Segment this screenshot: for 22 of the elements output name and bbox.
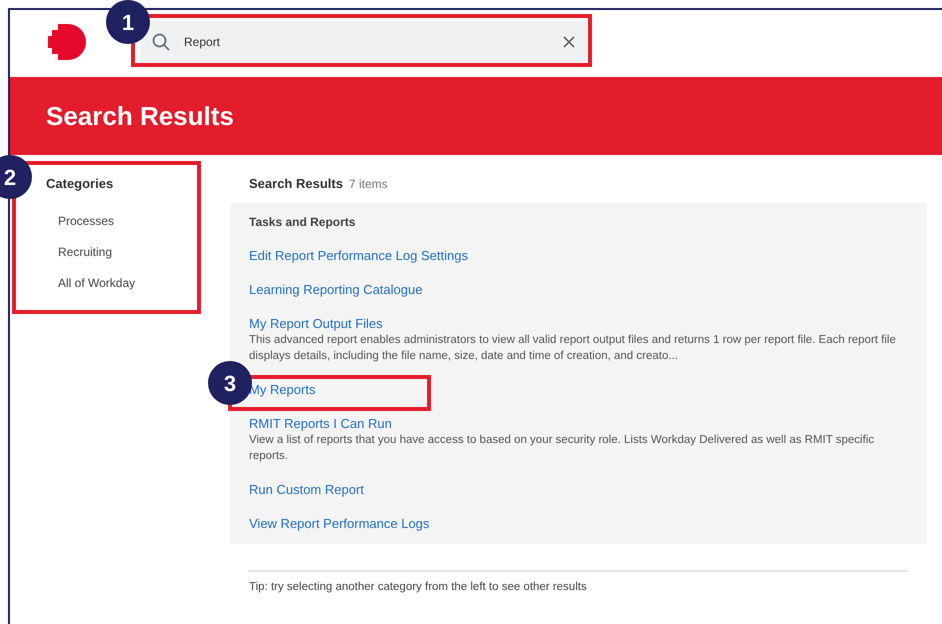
callout-badge: 2: [0, 155, 32, 199]
result-link[interactable]: RMIT Reports I Can Run: [249, 414, 392, 432]
category-link[interactable]: Recruiting: [58, 242, 230, 260]
categories-heading: Categories: [46, 175, 114, 193]
page-title: Search Results: [46, 100, 234, 132]
results-count: 7 items: [348, 176, 388, 193]
result-link[interactable]: Learning Reporting Catalogue: [249, 280, 422, 298]
result-description: This advanced report enables administrators to view all valid report output files and returns 1 row per report file. Each report file displays details, including the file name, size, date and time of creation, and creato...: [249, 332, 897, 364]
category-link[interactable]: Processes: [58, 212, 230, 228]
result-link[interactable]: Edit Report Performance Log Settings: [249, 246, 468, 264]
search-icon: [152, 33, 170, 51]
close-icon[interactable]: [563, 36, 575, 48]
result-link[interactable]: My Report Output Files: [249, 314, 383, 332]
callout-badge: 1: [106, 0, 150, 44]
result-link[interactable]: View Report Performance Logs: [249, 514, 430, 532]
section-heading: Tasks and Reports: [249, 214, 356, 230]
results-heading: Search Results: [249, 175, 343, 193]
search-field[interactable]: Report: [140, 21, 587, 63]
tip-text: Tip: try selecting another category from the left to see other results: [248, 580, 588, 594]
result-description: View a list of reports that you have access to based on your security role. Lists Workday Delivered as well as RMIT specific reports.: [249, 432, 876, 464]
result-link[interactable]: Run Custom Report: [249, 480, 364, 498]
category-link[interactable]: All of Workday: [58, 274, 230, 290]
